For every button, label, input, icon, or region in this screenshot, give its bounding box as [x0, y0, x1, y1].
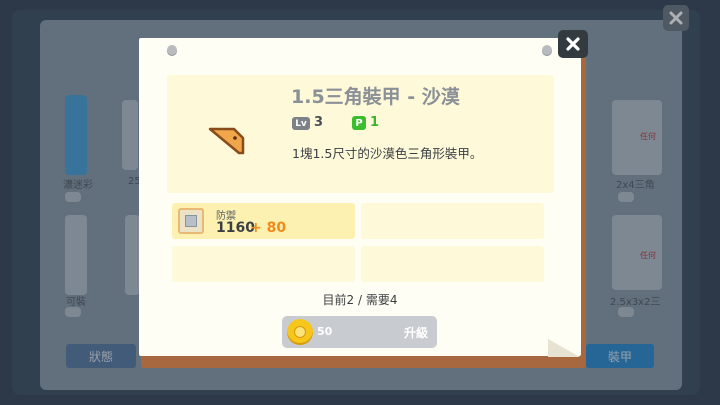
upgrade-cost: 50 [317, 325, 333, 338]
stat-bonus-value: + 80 [250, 220, 287, 236]
close-icon [566, 37, 580, 51]
upgrade-progress-text: 目前2 / 需要4 [322, 293, 398, 307]
pin-right [542, 45, 552, 55]
pin-left [167, 45, 177, 55]
stat-cell-empty [361, 246, 544, 282]
stat-cell-empty [172, 246, 355, 282]
points-tag: P [352, 116, 366, 130]
item-description: 1塊1.5尺寸的沙漠色三角形裝甲。 [292, 146, 483, 161]
page-curl [548, 339, 580, 357]
level-tag: Lv [292, 117, 310, 130]
triangle-armor-icon [208, 127, 245, 155]
coin-icon [287, 319, 313, 345]
points-value: 1 [370, 115, 380, 130]
armor-plate-icon [178, 208, 204, 234]
close-button[interactable] [558, 30, 588, 58]
upgrade-label: 升級 [404, 326, 429, 340]
item-name: 1.5三角裝甲 - 沙漠 [291, 86, 460, 108]
stat-cell-empty [361, 203, 544, 239]
level-value: 3 [314, 115, 324, 130]
